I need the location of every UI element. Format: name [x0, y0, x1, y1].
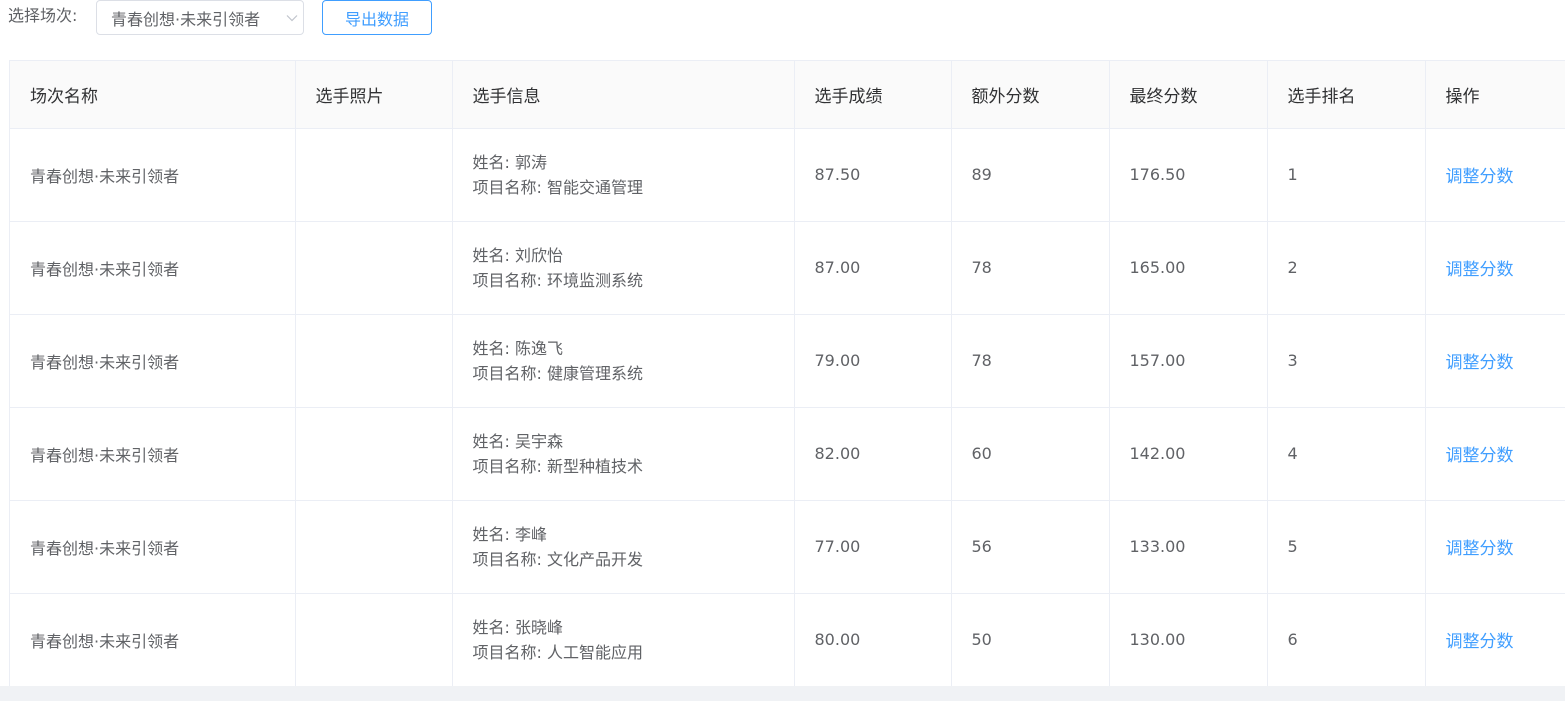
final-cell: 133.00	[1109, 500, 1268, 594]
final-cell: 176.50	[1109, 128, 1268, 222]
project-name: 项目名称: 人工智能应用	[472, 642, 643, 662]
adjust-score-link[interactable]: 调整分数	[1446, 632, 1514, 652]
photo-cell	[295, 407, 453, 501]
photo-cell	[295, 128, 453, 222]
table-row: 青春创想·未来引领者 姓名: 郭涛项目名称: 智能交通管理 87.50 89 1…	[10, 128, 1565, 222]
rank-cell: 2	[1267, 221, 1426, 315]
column-header-photo: 选手照片	[295, 61, 453, 129]
info-cell: 姓名: 李峰项目名称: 文化产品开发	[452, 500, 795, 594]
session-select[interactable]: 青春创想·未来引领者	[96, 0, 304, 35]
action-cell: 调整分数	[1425, 500, 1565, 594]
adjust-score-link[interactable]: 调整分数	[1446, 260, 1514, 280]
project-name: 项目名称: 文化产品开发	[472, 549, 643, 569]
player-name: 姓名: 吴宇森	[472, 431, 563, 451]
session-cell: 青春创想·未来引领者	[10, 221, 296, 315]
photo-cell	[295, 314, 453, 408]
action-cell: 调整分数	[1425, 128, 1565, 222]
action-cell: 调整分数	[1425, 593, 1565, 687]
table-row: 青春创想·未来引领者 姓名: 刘欣怡 项目名称: 环境监测系统 87.00 78 …	[10, 221, 1565, 315]
extra-cell: 89	[951, 128, 1110, 222]
table-header-row: 场次名称 选手照片 选手信息 选手成绩 额外分数 最终分数 选手排名 操作	[10, 61, 1565, 129]
info-cell: 姓名: 刘欣怡项目名称: 环境监测系统	[452, 221, 795, 315]
final-cell: 130.00	[1109, 593, 1268, 687]
action-cell: 调整分数	[1425, 407, 1565, 501]
adjust-score-link[interactable]: 调整分数	[1446, 539, 1514, 559]
column-header-session: 场次名称	[10, 61, 296, 129]
session-cell: 青春创想·未来引领者	[10, 128, 296, 222]
action-cell: 调整分数	[1425, 314, 1565, 408]
column-header-rank: 选手排名	[1267, 61, 1426, 129]
info-cell: 姓名: 张晓峰项目名称: 人工智能应用	[452, 593, 795, 687]
adjust-score-link[interactable]: 调整分数	[1446, 167, 1514, 187]
session-cell: 青春创想·未来引领者	[10, 500, 296, 594]
horizontal-scrollbar[interactable]	[0, 686, 1565, 701]
action-cell: 调整分数	[1425, 221, 1565, 315]
table-row: 青春创想·未来引领者 姓名: 张晓峰 项目名称: 人工智能应用 80.00 50 …	[10, 593, 1565, 687]
column-header-action: 操作	[1425, 61, 1565, 129]
score-cell: 87.50	[794, 128, 952, 222]
final-cell: 142.00	[1109, 407, 1268, 501]
info-cell: 姓名: 吴宇森项目名称: 新型种植技术	[452, 407, 795, 501]
table-row: 青春创想·未来引领者 姓名: 陈逸飞 项目名称: 健康管理系统 79.00 78 …	[10, 314, 1565, 408]
final-cell: 157.00	[1109, 314, 1268, 408]
table-row: 青春创想·未来引领者 姓名: 李峰项目名称: 文化产品开发 77.00 56 1…	[10, 500, 1565, 594]
extra-cell: 56	[951, 500, 1110, 594]
column-header-extra: 额外分数	[951, 61, 1110, 129]
score-cell: 87.00	[794, 221, 952, 315]
info-cell: 姓名: 陈逸飞项目名称: 健康管理系统	[452, 314, 795, 408]
project-name: 项目名称: 环境监测系统	[472, 270, 643, 290]
player-name: 姓名: 张晓峰	[472, 617, 563, 637]
player-name: 姓名: 郭涛	[472, 152, 547, 172]
project-name: 项目名称: 新型种植技术	[472, 456, 643, 476]
info-cell: 姓名: 郭涛项目名称: 智能交通管理	[452, 128, 795, 222]
photo-cell	[295, 500, 453, 594]
column-header-score: 选手成绩	[794, 61, 952, 129]
extra-cell: 50	[951, 593, 1110, 687]
rank-cell: 5	[1267, 500, 1426, 594]
project-name: 项目名称: 健康管理系统	[472, 363, 643, 383]
session-cell: 青春创想·未来引领者	[10, 407, 296, 501]
rank-cell: 3	[1267, 314, 1426, 408]
session-cell: 青春创想·未来引领者	[10, 593, 296, 687]
player-name: 姓名: 刘欣怡	[472, 245, 563, 265]
table-row: 青春创想·未来引领者 姓名: 吴宇森 项目名称: 新型种植技术 82.00 60 …	[10, 407, 1565, 501]
rank-cell: 4	[1267, 407, 1426, 501]
extra-cell: 60	[951, 407, 1110, 501]
chevron-down-icon	[281, 1, 303, 34]
score-cell: 80.00	[794, 593, 952, 687]
rank-cell: 6	[1267, 593, 1426, 687]
player-name: 姓名: 陈逸飞	[472, 338, 563, 358]
export-data-button[interactable]: 导出数据	[322, 0, 432, 35]
adjust-score-link[interactable]: 调整分数	[1446, 446, 1514, 466]
session-select-value: 青春创想·未来引领者	[111, 9, 261, 29]
project-name: 项目名称: 智能交通管理	[472, 177, 643, 197]
adjust-score-link[interactable]: 调整分数	[1446, 353, 1514, 373]
photo-cell	[295, 221, 453, 315]
column-header-final: 最终分数	[1109, 61, 1268, 129]
photo-cell	[295, 593, 453, 687]
results-table: 场次名称 选手照片 选手信息 选手成绩 额外分数 最终分数 选手排名 操作 青春…	[9, 60, 1565, 687]
extra-cell: 78	[951, 221, 1110, 315]
score-cell: 82.00	[794, 407, 952, 501]
player-name: 姓名: 李峰	[472, 524, 547, 544]
toolbar: 选择场次: 青春创想·未来引领者 导出数据	[0, 0, 1565, 36]
column-header-info: 选手信息	[452, 61, 795, 129]
score-cell: 79.00	[794, 314, 952, 408]
extra-cell: 78	[951, 314, 1110, 408]
score-cell: 77.00	[794, 500, 952, 594]
session-cell: 青春创想·未来引领者	[10, 314, 296, 408]
rank-cell: 1	[1267, 128, 1426, 222]
final-cell: 165.00	[1109, 221, 1268, 315]
session-filter-label: 选择场次:	[8, 6, 78, 25]
